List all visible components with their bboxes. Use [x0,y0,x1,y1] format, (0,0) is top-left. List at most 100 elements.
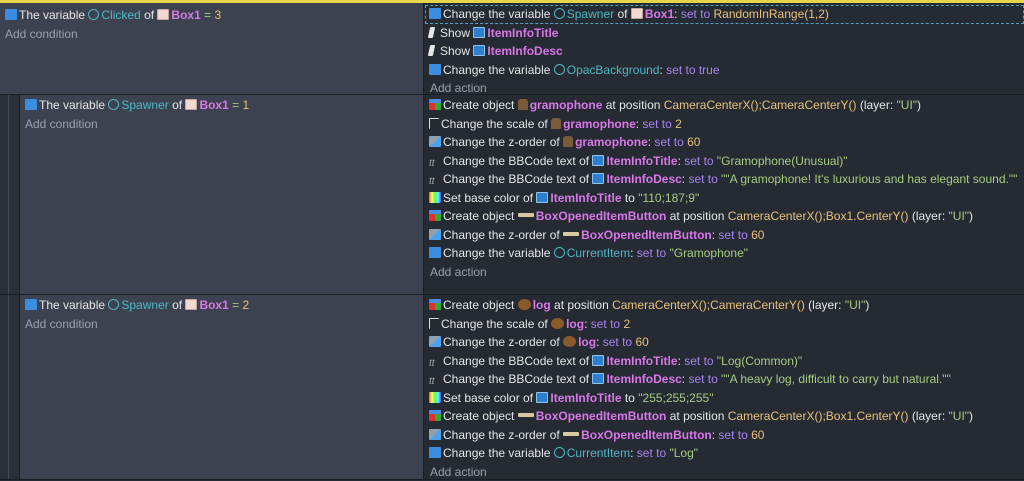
operator[interactable]: set to [688,372,721,386]
actions-panel[interactable]: Create object log at position CameraCent… [425,295,1024,479]
operator[interactable]: set to [637,246,670,260]
action[interactable]: Change the variable OpacBackground: set … [425,61,1024,80]
action[interactable]: Change the variable CurrentItem: set to … [425,244,1024,263]
action[interactable]: Create object log at position CameraCent… [425,296,1024,315]
action[interactable]: Show ItemInfoDesc [425,42,1024,61]
number-value[interactable]: 60 [635,335,648,349]
action[interactable]: Create object BoxOpenedItemButton at pos… [425,407,1024,426]
object-name[interactable]: Box1 [645,7,674,21]
object-name[interactable]: gramophone [563,117,636,131]
object-name[interactable]: ItemInfoDesc [606,172,681,186]
operator[interactable]: set to [718,428,751,442]
object-name[interactable]: ItemInfoTitle [606,154,677,168]
string-value[interactable]: "UI" [949,209,970,223]
add-action-button[interactable]: Add action [425,263,1024,282]
operator[interactable]: set to [591,317,624,331]
actions-panel[interactable]: Change the variable Spawner of Box1: set… [425,3,1024,94]
action[interactable]: Change the variable Spawner of Box1: set… [425,5,1024,24]
action[interactable]: Change the z-order of log: set to 60 [425,333,1024,352]
number-value[interactable]: 3 [214,8,221,22]
action[interactable]: Set base color of ItemInfoTitle to "110;… [425,189,1024,208]
string-value[interactable]: "UI" [949,409,970,423]
action[interactable]: ttChange the BBCode text of ItemInfoDesc… [425,170,1024,189]
object-name[interactable]: ItemInfoDesc [606,372,681,386]
event-clicked[interactable]: The variable Clicked of Box1 = 3Add cond… [0,3,1024,95]
expression[interactable]: CameraCenterX();Box1.CenterY() [728,209,909,223]
operator[interactable]: set to [684,154,717,168]
object-name[interactable]: log [566,317,584,331]
condition[interactable]: The variable Spawner of Box1 = 1 [20,96,423,115]
variable-name[interactable]: CurrentItem [567,446,630,460]
number-value[interactable]: 60 [687,135,700,149]
object-name[interactable]: ItemInfoTitle [550,191,621,205]
sub-event-spawner-2[interactable]: The variable Spawner of Box1 = 2Add cond… [0,295,1024,480]
operator[interactable]: set to [603,335,636,349]
number-value[interactable]: 2 [675,117,682,131]
event-indent-strip[interactable] [0,295,20,479]
string-value[interactable]: "UI" [845,298,866,312]
action[interactable]: ttChange the BBCode text of ItemInfoDesc… [425,370,1024,389]
variable-name[interactable]: Spawner [567,7,614,21]
actions-panel[interactable]: Create object gramophone at position Cam… [425,95,1024,294]
string-value[interactable]: "Gramophone(Unusual)" [717,154,848,168]
object-name[interactable]: gramophone [575,135,648,149]
object-name[interactable]: ItemInfoTitle [606,354,677,368]
string-value[interactable]: "Log(Common)" [717,354,802,368]
action[interactable]: Change the variable CurrentItem: set to … [425,444,1024,463]
action[interactable]: ttChange the BBCode text of ItemInfoTitl… [425,352,1024,371]
string-value[interactable]: ""A heavy log, difficult to carry but na… [721,372,951,386]
operator[interactable]: set to [681,7,714,21]
object-name[interactable]: BoxOpenedItemButton [536,409,667,423]
object-name[interactable]: BoxOpenedItemButton [536,209,667,223]
operator[interactable]: set to true [666,63,719,77]
action[interactable]: Change the z-order of gramophone: set to… [425,133,1024,152]
action[interactable]: Show ItemInfoTitle [425,24,1024,43]
sub-event-spawner-1[interactable]: The variable Spawner of Box1 = 1Add cond… [0,95,1024,295]
operator[interactable]: set to [688,172,721,186]
expression[interactable]: RandomInRange(1,2) [714,7,829,21]
action[interactable]: ttChange the BBCode text of ItemInfoTitl… [425,152,1024,171]
number-value[interactable]: 1 [242,98,249,112]
object-name[interactable]: gramophone [530,98,603,112]
string-value[interactable]: ""A gramophone! It's luxurious and has e… [721,172,1017,186]
operator[interactable]: set to [718,228,751,242]
operator[interactable]: set to [637,446,670,460]
add-condition-button[interactable]: Add condition [20,315,423,334]
event-indent-strip[interactable] [0,95,20,294]
variable-name[interactable]: OpacBackground [567,63,660,77]
condition[interactable]: The variable Spawner of Box1 = 2 [20,296,423,315]
action[interactable]: Create object BoxOpenedItemButton at pos… [425,207,1024,226]
variable-name[interactable]: Clicked [101,8,140,22]
action[interactable]: Change the z-order of BoxOpenedItemButto… [425,426,1024,445]
object-name[interactable]: Box1 [199,298,228,312]
variable-name[interactable]: Spawner [121,98,168,112]
expression[interactable]: CameraCenterX();CameraCenterY() [612,298,805,312]
operator[interactable]: set to [684,354,717,368]
string-value[interactable]: = [201,8,215,22]
string-value[interactable]: "255;255;255" [638,391,713,405]
operator[interactable]: set to [642,117,675,131]
object-name[interactable]: ItemInfoTitle [487,26,558,40]
expression[interactable]: CameraCenterX();Box1.CenterY() [728,409,909,423]
action[interactable]: Change the scale of gramophone: set to 2 [425,115,1024,134]
object-name[interactable]: Box1 [171,8,200,22]
action[interactable]: Set base color of ItemInfoTitle to "255;… [425,389,1024,408]
conditions-panel[interactable]: The variable Spawner of Box1 = 2Add cond… [0,295,424,479]
expression[interactable]: CameraCenterX();CameraCenterY() [664,98,857,112]
add-condition-button[interactable]: Add condition [20,115,423,134]
string-value[interactable]: "UI" [897,98,918,112]
number-value[interactable]: 2 [242,298,249,312]
operator[interactable]: set to [654,135,687,149]
number-value[interactable]: 2 [623,317,630,331]
conditions-panel[interactable]: The variable Spawner of Box1 = 1Add cond… [0,95,424,294]
conditions-panel[interactable]: The variable Clicked of Box1 = 3Add cond… [0,3,424,94]
variable-name[interactable]: Spawner [121,298,168,312]
add-condition-button[interactable]: Add condition [0,25,423,44]
object-name[interactable]: ItemInfoTitle [550,391,621,405]
object-name[interactable]: ItemInfoDesc [487,44,562,58]
object-name[interactable]: log [533,298,551,312]
action[interactable]: Create object gramophone at position Cam… [425,96,1024,115]
object-name[interactable]: BoxOpenedItemButton [581,228,712,242]
string-value[interactable]: "Gramophone" [669,246,748,260]
condition[interactable]: The variable Clicked of Box1 = 3 [0,6,423,25]
